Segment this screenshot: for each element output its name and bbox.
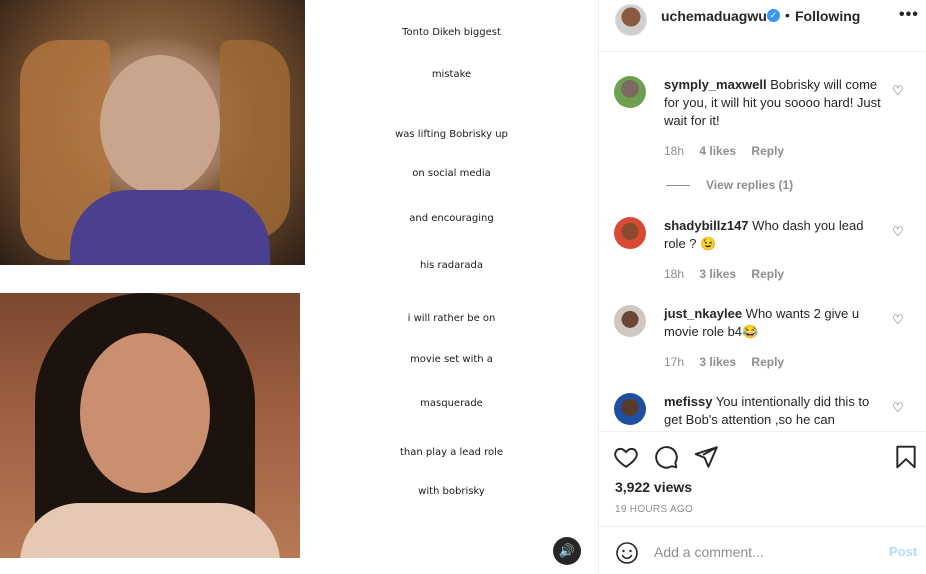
post-actions: 3,922 views 19 HOURS AGO [599,431,926,526]
avatar[interactable] [614,217,646,249]
view-replies-button[interactable]: View replies (1) [666,178,793,192]
caption-line: i will rather be on [407,313,496,324]
top-photo [0,0,305,265]
caption-line: and encouraging [409,213,494,224]
comment-likes[interactable]: 3 likes [699,267,736,281]
caption-line: his radarada [420,260,483,271]
separator-dot: • [785,7,790,23]
heart-icon[interactable]: ♡ [892,84,906,98]
heart-icon[interactable]: ♡ [892,401,906,415]
photo-face [80,333,210,493]
avatar[interactable] [614,305,646,337]
heart-icon[interactable]: ♡ [892,313,906,327]
post-author-username[interactable]: uchemaduagwu [661,8,767,24]
comment-text: symply_maxwell Bobrisky will come for yo… [664,76,884,130]
photo-face [100,55,220,195]
caption-line: mistake [431,69,472,80]
comment-username[interactable]: just_nkaylee [664,306,742,321]
comment-likes[interactable]: 3 likes [699,355,736,369]
caption-line: was lifting Bobrisky up [395,129,508,140]
comments-list[interactable]: symply_maxwell Bobrisky will come for yo… [599,53,926,431]
comment-username[interactable]: mefissy [664,394,712,409]
caption-line: than play a lead role [399,447,504,458]
comment-time[interactable]: 18h [664,144,684,158]
verified-badge-icon: ✓ [767,9,780,22]
divider [666,185,690,187]
avatar[interactable] [614,393,646,425]
comment-text: mefissy You intentionally did this to ge… [664,393,884,429]
view-count: 3,922 views [615,479,693,495]
caption-line: masquerade [420,398,483,409]
photo-dress [20,503,280,558]
comment-likes[interactable]: 4 likes [699,144,736,158]
comment-meta: 18h 3 likes Reply [664,267,796,281]
comment-time[interactable]: 18h [664,267,684,281]
reply-button[interactable]: Reply [751,267,784,281]
more-dots-icon[interactable]: ••• [899,6,919,24]
comment-text: shadybillz147 Who dash you lead role ? 😉 [664,217,884,253]
caption-line: Tonto Dikeh biggest [402,27,501,38]
caption-line: on social media [412,168,491,179]
sound-toggle-button[interactable]: 🔊 [553,537,581,565]
bottom-photo [0,293,300,558]
comment-meta: 18h 4 likes Reply [664,144,796,158]
comment-username[interactable]: shadybillz147 [664,218,749,233]
reply-button[interactable]: Reply [751,355,784,369]
photo-shirt [70,190,270,265]
avatar[interactable] [614,76,646,108]
post-media[interactable]: Tonto Dikeh biggest mistake was lifting … [0,0,598,574]
heart-icon[interactable]: ♡ [892,225,906,239]
caption-line: with bobrisky [418,486,485,497]
comment-time[interactable]: 17h [664,355,684,369]
reply-button[interactable]: Reply [751,144,784,158]
post-timestamp[interactable]: 19 HOURS AGO [615,504,693,515]
speaker-icon: 🔊 [558,543,576,558]
comment-bubble-icon[interactable] [653,444,679,470]
heart-icon[interactable] [613,444,639,470]
comment-input[interactable] [654,541,874,563]
add-comment-bar: Post [599,526,926,574]
view-replies-label: View replies (1) [706,178,794,192]
avatar[interactable] [615,4,647,36]
post-sidebar: uchemaduagwu ✓ • Following ••• symply_ma… [598,0,926,574]
paper-plane-icon[interactable] [693,444,719,470]
post-button[interactable]: Post [889,544,917,559]
comment-username[interactable]: symply_maxwell [664,77,767,92]
post-header: uchemaduagwu ✓ • Following ••• [599,0,926,52]
following-button[interactable]: Following [795,8,860,24]
emoji-smile-icon[interactable] [615,541,639,565]
comment-text: just_nkaylee Who wants 2 give u movie ro… [664,305,884,341]
bookmark-icon[interactable] [893,444,919,470]
comment-meta: 17h 3 likes Reply [664,355,796,369]
caption-line: movie set with a [410,354,493,365]
